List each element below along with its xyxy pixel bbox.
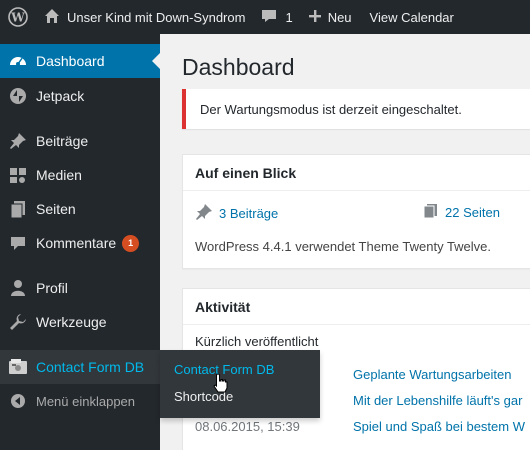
sidebar-item-kommentare[interactable]: Kommentare 1 bbox=[0, 226, 160, 260]
posts-count-link[interactable]: 3 Beiträge bbox=[195, 203, 278, 224]
pages-icon bbox=[0, 200, 36, 218]
activity-post-link[interactable]: Mit der Lebenshilfe läuft's gar bbox=[353, 393, 522, 408]
pin-icon bbox=[0, 132, 36, 150]
sidebar-item-label: Profil bbox=[36, 280, 68, 296]
sidebar-item-beitraege[interactable]: Beiträge bbox=[0, 124, 160, 158]
jetpack-icon bbox=[0, 87, 36, 105]
sidebar-item-label: Seiten bbox=[36, 201, 76, 217]
widget-title[interactable]: Auf einen Blick bbox=[183, 155, 530, 191]
wordpress-logo-icon[interactable]: W bbox=[2, 0, 34, 34]
notice-text: Der Wartungsmodus ist derzeit eingeschal… bbox=[200, 101, 462, 117]
contact-form-db-submenu: Contact Form DB Shortcode bbox=[160, 350, 320, 418]
sidebar-item-jetpack[interactable]: Jetpack bbox=[0, 79, 160, 113]
hand-cursor-icon bbox=[213, 373, 229, 396]
sidebar-item-contact-form-db[interactable]: Contact Form DB bbox=[0, 350, 160, 384]
glance-counts: 3 Beiträge 22 Seiten bbox=[195, 203, 530, 223]
dashboard-icon bbox=[0, 52, 36, 70]
view-calendar-link[interactable]: View Calendar bbox=[370, 0, 454, 34]
sidebar-item-label: Medien bbox=[36, 167, 82, 183]
collapse-menu-button[interactable]: Menü einklappen bbox=[0, 384, 160, 418]
wrench-icon bbox=[0, 313, 36, 331]
widget-title[interactable]: Aktivität bbox=[183, 289, 530, 325]
pages-count: 22 Seiten bbox=[445, 205, 500, 220]
site-name-link[interactable]: Unser Kind mit Down-Syndrom bbox=[44, 0, 245, 34]
pages-icon bbox=[423, 203, 439, 222]
sidebar-item-seiten[interactable]: Seiten bbox=[0, 192, 160, 226]
comments-link[interactable]: 1 bbox=[261, 0, 293, 34]
recently-published-heading: Kürzlich veröffentlicht bbox=[195, 334, 319, 349]
sidebar-item-label: Beiträge bbox=[36, 133, 89, 149]
wordpress-version-text: WordPress 4.4.1 verwendet Theme Twenty T… bbox=[195, 239, 492, 254]
pages-count-link[interactable]: 22 Seiten bbox=[423, 203, 500, 222]
comments-count: 1 bbox=[285, 9, 293, 25]
media-icon bbox=[0, 166, 36, 184]
sidebar-item-label: Werkzeuge bbox=[36, 314, 107, 330]
user-icon bbox=[0, 279, 36, 297]
maintenance-notice: Der Wartungsmodus ist derzeit eingeschal… bbox=[182, 89, 530, 129]
sidebar-item-dashboard[interactable]: Dashboard bbox=[0, 44, 160, 78]
new-content-link[interactable]: Neu bbox=[308, 0, 352, 34]
comment-bubble-icon bbox=[261, 8, 277, 27]
contact-form-db-icon bbox=[0, 358, 36, 376]
admin-sidebar: Dashboard Jetpack Beiträge Medien Seiten… bbox=[0, 34, 160, 450]
sidebar-item-medien[interactable]: Medien bbox=[0, 158, 160, 192]
posts-count: 3 Beiträge bbox=[219, 206, 279, 221]
pin-icon bbox=[195, 203, 213, 224]
comment-icon bbox=[0, 234, 36, 252]
admin-bar: W Unser Kind mit Down-Syndrom 1 Neu View… bbox=[0, 0, 530, 34]
comments-badge: 1 bbox=[122, 234, 140, 252]
sidebar-item-werkzeuge[interactable]: Werkzeuge bbox=[0, 305, 160, 339]
activity-row: 08.06.2015, 15:39 Spiel und Spaß bei bes… bbox=[195, 419, 530, 437]
at-a-glance-widget: Auf einen Blick 3 Beiträge 22 Seiten Wor… bbox=[182, 154, 530, 269]
plus-icon bbox=[308, 9, 321, 25]
activity-post-link[interactable]: Geplante Wartungsarbeiten bbox=[353, 367, 512, 382]
sidebar-item-label: Dashboard bbox=[36, 53, 105, 69]
page-title: Dashboard bbox=[182, 54, 295, 80]
sidebar-item-label: Jetpack bbox=[36, 88, 85, 104]
sidebar-item-profil[interactable]: Profil bbox=[0, 271, 160, 305]
collapse-label: Menü einklappen bbox=[36, 393, 136, 409]
sidebar-item-label: Kommentare bbox=[36, 235, 117, 251]
activity-date: 08.06.2015, 15:39 bbox=[195, 419, 300, 434]
collapse-arrow-icon bbox=[0, 393, 36, 409]
home-icon bbox=[44, 8, 60, 27]
sidebar-item-label: Contact Form DB bbox=[36, 359, 145, 375]
svg-text:W: W bbox=[10, 11, 25, 25]
site-name: Unser Kind mit Down-Syndrom bbox=[67, 9, 246, 25]
activity-post-link[interactable]: Spiel und Spaß bei bestem W bbox=[353, 419, 525, 434]
new-label: Neu bbox=[327, 9, 352, 25]
